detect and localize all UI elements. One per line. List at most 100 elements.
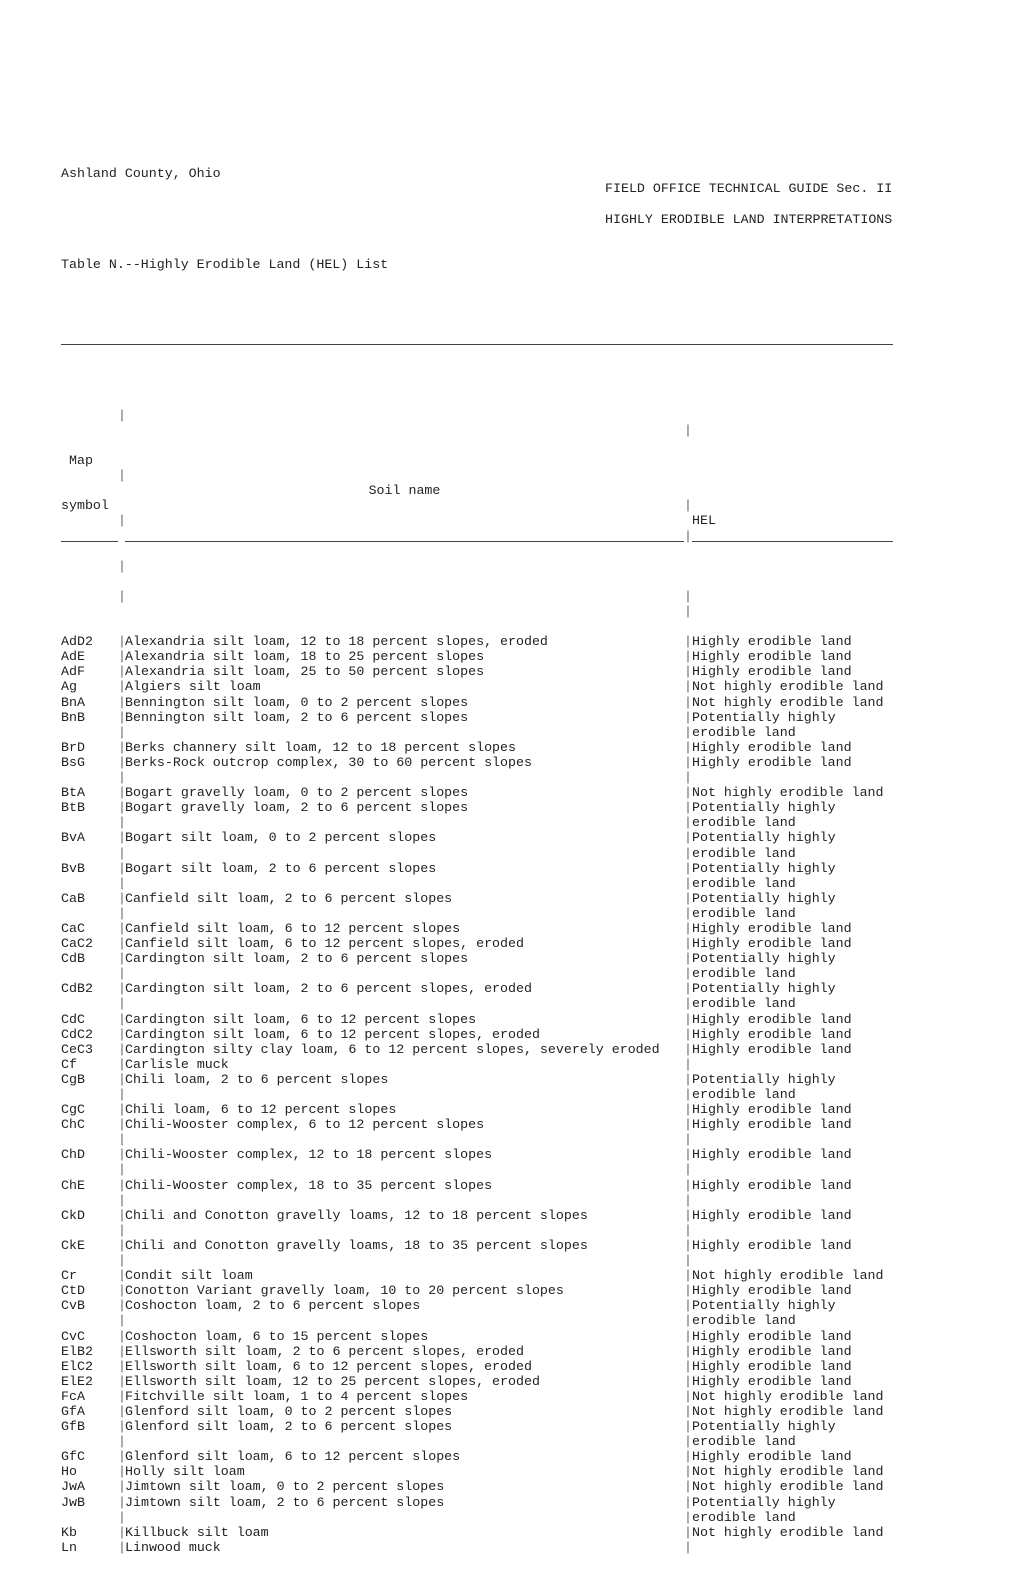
table-row: CaC2 | Canfield silt loam, 6 to 12 percent… xyxy=(61,936,852,952)
hel-rating-continued: erodible land xyxy=(692,1509,796,1525)
column-separator: | xyxy=(684,754,692,770)
hel-rating: Highly erodible land xyxy=(692,1328,852,1344)
table-row: AdE | Alexandria silt loam, 18 to 25 perce… xyxy=(61,649,852,664)
table-row: Kb | Killbuck silt loam | Not highly erodibl… xyxy=(61,1525,884,1540)
header-rule-hel xyxy=(692,540,893,542)
table-row: BnB | Bennington silt loam, 2 to 6 percent… xyxy=(61,710,836,725)
column-separator: | xyxy=(684,1479,692,1495)
column-separator: | xyxy=(684,1539,692,1555)
soil-name: Ellsworth silt loam, 6 to 12 percent slo… xyxy=(125,1358,532,1374)
column-separator: | xyxy=(684,1464,692,1480)
column-separator: | xyxy=(684,890,692,906)
map-symbol: CvB xyxy=(61,1298,85,1314)
map-symbol: CaC2 xyxy=(61,936,93,952)
column-separator: | xyxy=(684,1434,692,1450)
column-separator: | xyxy=(684,936,692,952)
column-separator: | xyxy=(684,1373,692,1389)
hel-rating: Not highly erodible land xyxy=(692,1388,884,1404)
table-row: CvB | Coshocton loam, 2 to 6 percent slope… xyxy=(61,1298,836,1314)
column-separator: | xyxy=(684,1237,692,1253)
column-separator: | xyxy=(684,1102,692,1118)
soil-name: Chili-Wooster complex, 12 to 18 percent … xyxy=(125,1147,493,1163)
map-symbol: CaB xyxy=(61,890,85,906)
table-row: JwB | Jimtown silt loam, 2 to 6 percent sl… xyxy=(61,1495,836,1510)
hel-rating: Potentially highly xyxy=(692,830,836,846)
body-spacer: | | xyxy=(61,574,692,619)
hel-rating: Highly erodible land xyxy=(692,1358,852,1374)
table-row: CdC | Cardington silt loam, 6 to 12 percen… xyxy=(61,1011,852,1027)
header-row-2: HIGHLY ERODIBLE LAND INTERPRETATIONS xyxy=(61,196,892,227)
hel-rating: Highly erodible land xyxy=(692,1237,852,1253)
map-symbol: CdC xyxy=(61,1011,85,1027)
column-separator: | xyxy=(684,920,692,936)
column-separator: | xyxy=(684,1343,692,1359)
table-row: AdD2 | Alexandria silt loam, 12 to 18 perc… xyxy=(61,634,852,650)
column-separator: | xyxy=(684,588,692,604)
header-row-1: Ashland County, Ohio FIELD OFFICE TECHNI… xyxy=(61,151,892,196)
column-separator: | xyxy=(684,1087,692,1102)
map-symbol: AdD2 xyxy=(61,634,93,650)
table-row-continuation: | | erodible land xyxy=(61,1434,796,1449)
column-separator: | xyxy=(684,905,692,921)
map-symbol: ElC2 xyxy=(61,1358,93,1374)
hel-rating: Potentially highly xyxy=(692,860,836,876)
column-separator: | xyxy=(684,1207,692,1223)
table-row-spacer: | | xyxy=(61,1223,692,1238)
soil-name: Algiers silt loam xyxy=(125,679,261,695)
table-row: CaC | Canfield silt loam, 6 to 12 percent … xyxy=(61,921,852,936)
table-row: BrD | Berks channery silt loam, 12 to 18 p… xyxy=(61,740,852,755)
hel-rating: Not highly erodible land xyxy=(692,679,884,695)
map-symbol: Ag xyxy=(61,679,77,695)
column-separator: | xyxy=(684,679,692,695)
column-separator: | xyxy=(118,1313,126,1329)
hel-rating: Potentially highly xyxy=(692,709,836,725)
column-separator: | xyxy=(684,830,692,846)
hel-rating: Not highly erodible land xyxy=(692,1479,884,1495)
table-row-continuation: | | erodible land xyxy=(61,966,796,981)
column-separator: | xyxy=(684,528,692,544)
table-title: Table N.--Highly Erodible Land (HEL) Lis… xyxy=(61,256,389,272)
table-row: CkD | Chili and Conotton gravelly loams, 1… xyxy=(61,1208,852,1223)
table-row: FcA | Fitchville silt loam, 1 to 4 percent… xyxy=(61,1389,884,1404)
map-symbol: BtA xyxy=(61,785,85,801)
soil-name: Glenford silt loam, 2 to 6 percent slope… xyxy=(125,1419,453,1435)
hel-rating: Highly erodible land xyxy=(692,1343,852,1359)
hel-rating: Highly erodible land xyxy=(692,936,852,952)
table-row-spacer: | | xyxy=(61,1162,692,1177)
soil-name: Carlisle muck xyxy=(125,1056,229,1072)
hel-rating: Highly erodible land xyxy=(692,1041,852,1057)
hel-rating: Not highly erodible land xyxy=(692,785,884,801)
soil-name: Canfield silt loam, 2 to 6 percent slope… xyxy=(125,890,453,906)
column-separator: | xyxy=(684,800,692,816)
table-row: CtD | Conotton Variant gravelly loam, 10 t… xyxy=(61,1283,852,1298)
soil-name: Holly silt loam xyxy=(125,1464,245,1480)
soil-name: Linwood muck xyxy=(125,1539,221,1555)
header-rule-symbol xyxy=(61,540,118,542)
column-header-spacer-1: | | xyxy=(61,393,692,438)
table-row-continuation: | | erodible land xyxy=(61,876,796,891)
table-row: CdB | Cardington silt loam, 2 to 6 percent… xyxy=(61,951,836,966)
hel-rating: Not highly erodible land xyxy=(692,1403,884,1419)
hel-rating-continued: erodible land xyxy=(692,724,796,740)
soil-name: Chili-Wooster complex, 18 to 35 percent … xyxy=(125,1177,493,1193)
table-row: ChC | Chili-Wooster complex, 6 to 12 perce… xyxy=(61,1117,852,1132)
hel-rating: Highly erodible land xyxy=(692,1449,852,1465)
map-symbol: ElE2 xyxy=(61,1373,93,1389)
soil-name: Coshocton loam, 6 to 15 percent slopes xyxy=(125,1328,429,1344)
column-separator: | xyxy=(684,860,692,876)
column-separator: | xyxy=(118,468,126,484)
county-label: Ashland County, Ohio xyxy=(61,166,221,182)
hel-rating-continued: erodible land xyxy=(692,1313,796,1329)
hel-rating-continued: erodible land xyxy=(692,996,796,1012)
hel-rating: Highly erodible land xyxy=(692,1283,852,1299)
map-symbol: GfB xyxy=(61,1419,85,1435)
column-separator: | xyxy=(684,422,692,438)
map-symbol: CdB2 xyxy=(61,981,93,997)
map-symbol: AdF xyxy=(61,664,85,680)
hel-rating: Potentially highly xyxy=(692,800,836,816)
hel-rating-continued: erodible land xyxy=(692,845,796,861)
column-separator: | xyxy=(684,724,692,740)
header-bottom-rule-line: | | xyxy=(61,529,893,604)
table-row: Ho | Holly silt loam | Not highly erodible l… xyxy=(61,1464,884,1479)
